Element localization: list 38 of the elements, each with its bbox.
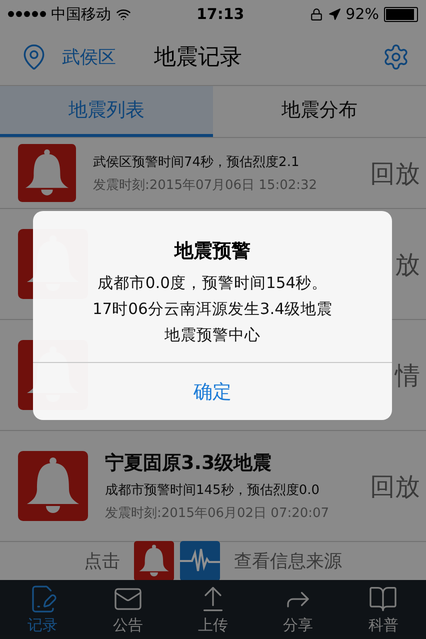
book-icon xyxy=(368,584,398,614)
tab[interactable]: 地震列表 xyxy=(0,86,213,137)
lock-icon xyxy=(310,8,323,20)
bell-icon xyxy=(18,144,76,202)
bell-icon xyxy=(134,541,174,580)
bottom-tab[interactable]: 公告 xyxy=(85,580,170,639)
bottom-tab[interactable]: 记录 xyxy=(0,580,86,639)
bottom-tab[interactable]: 科普 xyxy=(340,580,426,639)
location-arrow-icon xyxy=(328,8,341,20)
action-link[interactable]: 回放 xyxy=(370,156,420,190)
wifi-icon xyxy=(116,6,131,22)
dialog-message: 地震预警中心 xyxy=(164,325,260,346)
bottom-tab[interactable]: 上传 xyxy=(170,580,256,639)
hint-text: 查看信息来源 xyxy=(234,550,342,573)
carrier-name: 中国移动 xyxy=(51,4,111,24)
hint-text: 点击 xyxy=(84,550,120,573)
quake-time: 发震时刻:2015年07月06日 15:02:32 xyxy=(93,176,318,194)
settings-icon[interactable] xyxy=(382,42,410,70)
waveform-icon xyxy=(180,541,220,580)
dialog-title: 地震预警 xyxy=(174,239,250,264)
battery-icon xyxy=(384,6,418,22)
bottom-tab[interactable]: 分享 xyxy=(256,580,341,639)
bell-icon xyxy=(18,451,88,521)
dialog-message: 成都市0.0度，预警时间154秒。 xyxy=(97,273,328,294)
location-label[interactable]: 武侯区 xyxy=(62,44,116,68)
battery-percent: 92% xyxy=(346,5,379,23)
action-link[interactable]: 放 xyxy=(395,248,420,280)
quake-title: 宁夏固原3.3级地震 xyxy=(105,451,273,476)
confirm-button[interactable]: 确定 xyxy=(33,362,392,420)
clock: 17:13 xyxy=(196,5,244,23)
page-title: 地震记录 xyxy=(154,44,242,72)
warning-text: 武侯区预警时间74秒，预估烈度2.1 xyxy=(93,154,300,170)
dialog-message: 17时06分云南洱源发生3.4级地震 xyxy=(92,299,333,320)
signal-icon xyxy=(8,11,46,17)
action-link[interactable]: 情 xyxy=(395,358,420,392)
warning-text: 成都市预警时间145秒，预估烈度0.0 xyxy=(105,482,320,499)
quake-time: 发震时刻:2015年06月02日 07:20:07 xyxy=(105,505,330,522)
action-link[interactable]: 回放 xyxy=(370,470,420,502)
